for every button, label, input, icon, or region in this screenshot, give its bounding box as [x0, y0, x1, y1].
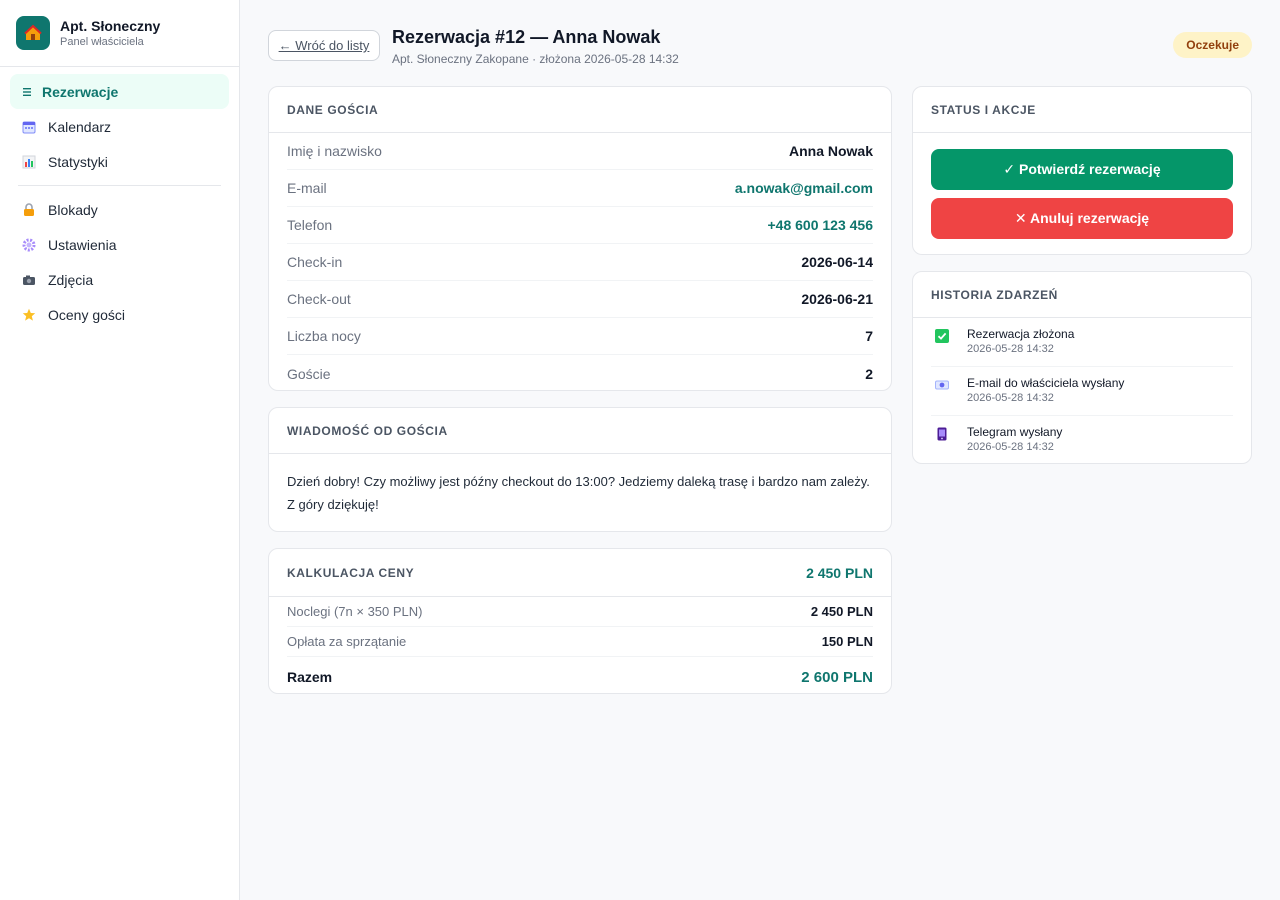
guest-message-text: Dzień dobry! Czy możliwy jest późny chec… — [287, 474, 870, 512]
brand-title: Apt. Słoneczny — [60, 18, 161, 34]
history-item: Rezerwacja złożona 2026-05-28 14:32 — [931, 318, 1233, 367]
card-title: WIADOMOŚĆ OD GOŚCIA — [287, 423, 448, 438]
sidebar-item-label: Kalendarz — [48, 118, 112, 135]
price-calculation-card: KALKULACJA CENY 2 450 PLN Noclegi (7n × … — [268, 548, 892, 694]
checkin-value: 2026-06-14 — [801, 254, 873, 270]
row-label: Liczba nocy — [287, 328, 361, 344]
phone-icon — [935, 427, 949, 441]
sidebar-item-label: Ustawienia — [48, 236, 117, 253]
row-label: Imię i nazwisko — [287, 143, 382, 159]
sidebar-nav: Rezerwacje Kalendarz Statystyki Blokady — [0, 67, 239, 332]
guest-row-guests: Goście 2 — [287, 355, 873, 390]
sidebar-item-label: Zdjęcia — [48, 271, 94, 288]
guest-data-card: DANE GOŚCIA Imię i nazwisko Anna Nowak E… — [268, 86, 892, 391]
event-history-card: HISTORIA ZDARZEŃ Rezerwacja złożona 2026… — [912, 271, 1252, 464]
card-title: STATUS I AKCJE — [931, 102, 1036, 117]
row-label: E-mail — [287, 180, 327, 196]
list-icon — [22, 85, 32, 99]
card-title: DANE GOŚCIA — [287, 102, 379, 117]
sidebar-item-oceny-gosci[interactable]: Oceny gości — [10, 297, 229, 332]
guest-row-checkin: Check-in 2026-06-14 — [287, 244, 873, 281]
gear-icon — [22, 238, 36, 252]
guest-name-value: Anna Nowak — [788, 143, 873, 159]
price-value: 2 450 PLN — [810, 604, 873, 619]
page-header: ← Wróć do listy Rezerwacja #12 — Anna No… — [268, 26, 1252, 70]
guest-row-name: Imię i nazwisko Anna Nowak — [287, 133, 873, 170]
history-time: 2026-05-28 14:32 — [967, 441, 1054, 453]
sidebar-item-kalendarz[interactable]: Kalendarz — [10, 109, 229, 144]
price-row-cleaning: Opłata za sprzątanie 150 PLN — [287, 627, 873, 657]
sidebar-item-rezerwacje[interactable]: Rezerwacje — [10, 74, 229, 109]
card-header: DANE GOŚCIA — [269, 87, 891, 133]
page-title: Rezerwacja #12 — Anna Nowak — [392, 27, 661, 47]
price-label: Noclegi (7n × 350 PLN) — [287, 604, 423, 619]
guest-message-card: WIADOMOŚĆ OD GOŚCIA Dzień dobry! Czy moż… — [268, 407, 892, 532]
price-total-row: Razem 2 600 PLN — [287, 657, 873, 693]
star-icon — [22, 308, 36, 322]
history-item: E-mail do właściciela wysłany 2026-05-28… — [931, 367, 1233, 416]
check-box-icon — [935, 329, 949, 343]
total-label: Razem — [287, 669, 333, 685]
nights-value: 7 — [865, 328, 873, 344]
brand: Apt. Słoneczny Panel właściciela — [0, 0, 239, 67]
page-subtitle: Apt. Słoneczny Zakopane · złożona 2026-0… — [392, 52, 679, 66]
card-title: KALKULACJA CENY — [287, 565, 415, 580]
status-badge: Oczekuje — [1173, 32, 1252, 58]
sidebar-item-ustawienia[interactable]: Ustawienia — [10, 227, 229, 262]
sidebar-item-zdjecia[interactable]: Zdjęcia — [10, 262, 229, 297]
history-title: Rezerwacja złożona — [967, 327, 1075, 341]
brand-subtitle: Panel właściciela — [60, 36, 144, 48]
history-item: Telegram wysłany 2026-05-28 14:32 — [931, 416, 1233, 463]
nav-divider — [18, 185, 221, 186]
card-title: HISTORIA ZDARZEŃ — [931, 287, 1058, 302]
camera-icon — [22, 273, 36, 287]
guests-value: 2 — [865, 365, 873, 382]
status-actions-card: STATUS I AKCJE ✓ Potwierdź rezerwację ✕ … — [912, 86, 1252, 255]
history-title: Telegram wysłany — [967, 425, 1063, 439]
sidebar-item-label: Statystyki — [48, 153, 108, 170]
guest-data-list: Imię i nazwisko Anna Nowak E-mail a.nowa… — [269, 133, 891, 390]
history-time: 2026-05-28 14:32 — [967, 343, 1054, 355]
sidebar-item-label: Blokady — [48, 201, 98, 218]
price-header-total: 2 450 PLN — [806, 564, 873, 581]
lock-icon — [22, 202, 36, 217]
card-header: HISTORIA ZDARZEŃ — [913, 272, 1251, 318]
row-label: Goście — [287, 365, 331, 382]
history-title: E-mail do właściciela wysłany — [967, 376, 1125, 390]
guest-email-link[interactable]: a.nowak@gmail.com — [735, 180, 873, 196]
row-label: Check-in — [287, 254, 343, 270]
back-to-list-button[interactable]: ← Wróć do listy — [268, 30, 380, 61]
checkout-value: 2026-06-21 — [801, 291, 873, 307]
guest-row-nights: Liczba nocy 7 — [287, 318, 873, 355]
sidebar: Apt. Słoneczny Panel właściciela Rezerwa… — [0, 0, 240, 900]
total-value: 2 600 PLN — [801, 668, 873, 686]
row-label: Telefon — [287, 217, 333, 233]
confirm-reservation-button[interactable]: ✓ Potwierdź rezerwację — [931, 149, 1233, 190]
price-label: Opłata za sprzątanie — [287, 634, 407, 649]
sidebar-item-label: Oceny gości — [48, 306, 126, 323]
guest-row-checkout: Check-out 2026-06-21 — [287, 281, 873, 318]
house-logo-icon — [16, 16, 50, 50]
price-row-nights: Noclegi (7n × 350 PLN) 2 450 PLN — [287, 597, 873, 627]
guest-row-phone: Telefon +48 600 123 456 — [287, 207, 873, 244]
card-header: KALKULACJA CENY 2 450 PLN — [269, 549, 891, 597]
guest-phone-link[interactable]: +48 600 123 456 — [768, 217, 874, 233]
sidebar-item-blokady[interactable]: Blokady — [10, 192, 229, 227]
sidebar-item-statystyki[interactable]: Statystyki — [10, 144, 229, 179]
price-value: 150 PLN — [821, 634, 873, 649]
row-label: Check-out — [287, 291, 351, 307]
guest-row-email: E-mail a.nowak@gmail.com — [287, 170, 873, 207]
card-header: WIADOMOŚĆ OD GOŚCIA — [269, 408, 891, 454]
email-icon — [935, 378, 949, 392]
history-time: 2026-05-28 14:32 — [967, 392, 1054, 404]
sidebar-item-label: Rezerwacje — [42, 83, 119, 100]
bar-chart-icon — [22, 155, 36, 169]
card-header: STATUS I AKCJE — [913, 87, 1251, 133]
calendar-icon — [22, 120, 36, 134]
cancel-reservation-button[interactable]: ✕ Anuluj rezerwację — [931, 198, 1233, 239]
